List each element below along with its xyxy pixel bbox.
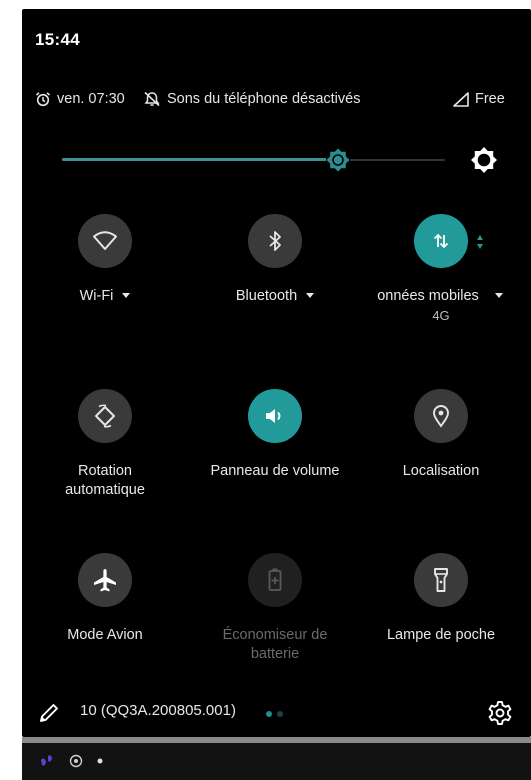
alarm-info[interactable]: ven. 07:30 — [35, 91, 125, 107]
tile-battery-saver: Économiseur de batterie — [192, 553, 358, 693]
flashlight-tile-button[interactable] — [414, 553, 468, 607]
notifications-off-icon — [144, 91, 160, 107]
tile-wifi[interactable]: Wi-Fi — [22, 214, 188, 354]
tile-flashlight[interactable]: Lampe de poche — [358, 553, 524, 693]
bluetooth-tile-button[interactable] — [248, 214, 302, 268]
airplane-icon — [94, 569, 116, 592]
app-notification-icon — [41, 755, 52, 766]
auto-rotate-icon — [95, 404, 115, 428]
tile-bluetooth[interactable]: Bluetooth — [192, 214, 358, 354]
brightness-slider[interactable] — [62, 145, 502, 175]
page-dot-active — [266, 711, 272, 717]
tile-airplane-mode[interactable]: Mode Avion — [22, 553, 188, 693]
page-indicator — [266, 711, 283, 717]
pencil-icon[interactable] — [38, 702, 60, 724]
target-icon — [69, 754, 83, 768]
tile-auto-rotate[interactable]: Rotation automatique — [22, 389, 188, 529]
alarm-time: ven. 07:30 — [57, 91, 125, 107]
notification-bar[interactable] — [22, 743, 531, 780]
auto-rotate-label: Rotation automatique — [22, 462, 188, 500]
flashlight-icon — [434, 568, 448, 592]
notification-icons — [39, 753, 103, 769]
build-number[interactable]: 10 (QQ3A.200805.001) — [80, 702, 236, 719]
battery-saver-label: Économiseur de batterie — [192, 626, 358, 664]
location-tile-button[interactable] — [414, 389, 468, 443]
carrier-info: Free — [453, 91, 505, 107]
auto-rotate-tile-button[interactable] — [78, 389, 132, 443]
volume-label: Panneau de volume — [210, 463, 340, 479]
battery-saver-tile-button — [248, 553, 302, 607]
wifi-icon — [93, 231, 117, 250]
quick-settings-panel: 15:44 ven. 07:30 Sons du téléphone désac… — [22, 9, 531, 737]
mobile-data-label[interactable]: onnées mobiles — [350, 287, 530, 306]
clock: 15:44 — [35, 30, 80, 49]
flashlight-label: Lampe de poche — [386, 627, 496, 643]
mobile-data-dropdown-icon[interactable] — [494, 292, 503, 298]
tile-volume-panel[interactable]: Panneau de volume — [192, 389, 358, 529]
carrier-name: Free — [475, 91, 505, 107]
bluetooth-icon — [269, 231, 281, 251]
auto-rotate-label-line1: Rotation — [77, 463, 132, 479]
dot-icon — [97, 758, 103, 764]
battery-saver-label-line1: Économiseur de — [222, 627, 328, 643]
airplane-tile-button[interactable] — [78, 553, 132, 607]
volume-tile-button[interactable] — [248, 389, 302, 443]
settings-icon[interactable] — [487, 700, 513, 726]
sound-status[interactable]: Sons du téléphone désactivés — [143, 91, 360, 107]
auto-brightness-icon[interactable] — [469, 145, 499, 175]
brightness-track-empty — [340, 159, 445, 161]
brightness-thumb[interactable] — [325, 147, 351, 173]
location-label: Localisation — [402, 463, 480, 479]
alarm-clock-icon — [35, 92, 51, 107]
wifi-dropdown-icon[interactable] — [122, 292, 131, 298]
wifi-label-text: Wi-Fi — [79, 288, 114, 304]
bluetooth-label[interactable]: Bluetooth — [192, 287, 358, 306]
mobile-data-network-type: 4G — [432, 308, 450, 323]
bluetooth-dropdown-icon[interactable] — [306, 292, 315, 298]
tile-mobile-data[interactable]: onnées mobiles 4G — [358, 214, 524, 354]
battery-saver-label-line2: batterie — [250, 646, 300, 662]
tile-location[interactable]: Localisation — [358, 389, 524, 529]
sound-status-text: Sons du téléphone désactivés — [167, 91, 361, 107]
battery-saver-icon — [268, 568, 282, 591]
wifi-tile-button[interactable] — [78, 214, 132, 268]
location-icon — [433, 405, 449, 428]
quick-settings-footer: 10 (QQ3A.200805.001) — [22, 692, 531, 736]
bluetooth-label-text: Bluetooth — [235, 288, 298, 304]
mobile-data-activity-icon — [477, 235, 483, 249]
volume-icon — [266, 409, 281, 423]
auto-rotate-label-line2: automatique — [65, 482, 145, 498]
mobile-data-label-text: onnées mobiles — [377, 288, 479, 304]
airplane-label: Mode Avion — [67, 627, 143, 643]
page-dot — [277, 711, 283, 717]
wifi-label[interactable]: Wi-Fi — [22, 287, 188, 306]
info-row: ven. 07:30 Sons du téléphone désactivés … — [35, 91, 511, 113]
brightness-track-filled — [62, 158, 337, 161]
cell-signal-icon — [453, 91, 469, 107]
mobile-data-tile-button[interactable] — [414, 214, 468, 268]
mobile-data-icon — [433, 233, 449, 249]
